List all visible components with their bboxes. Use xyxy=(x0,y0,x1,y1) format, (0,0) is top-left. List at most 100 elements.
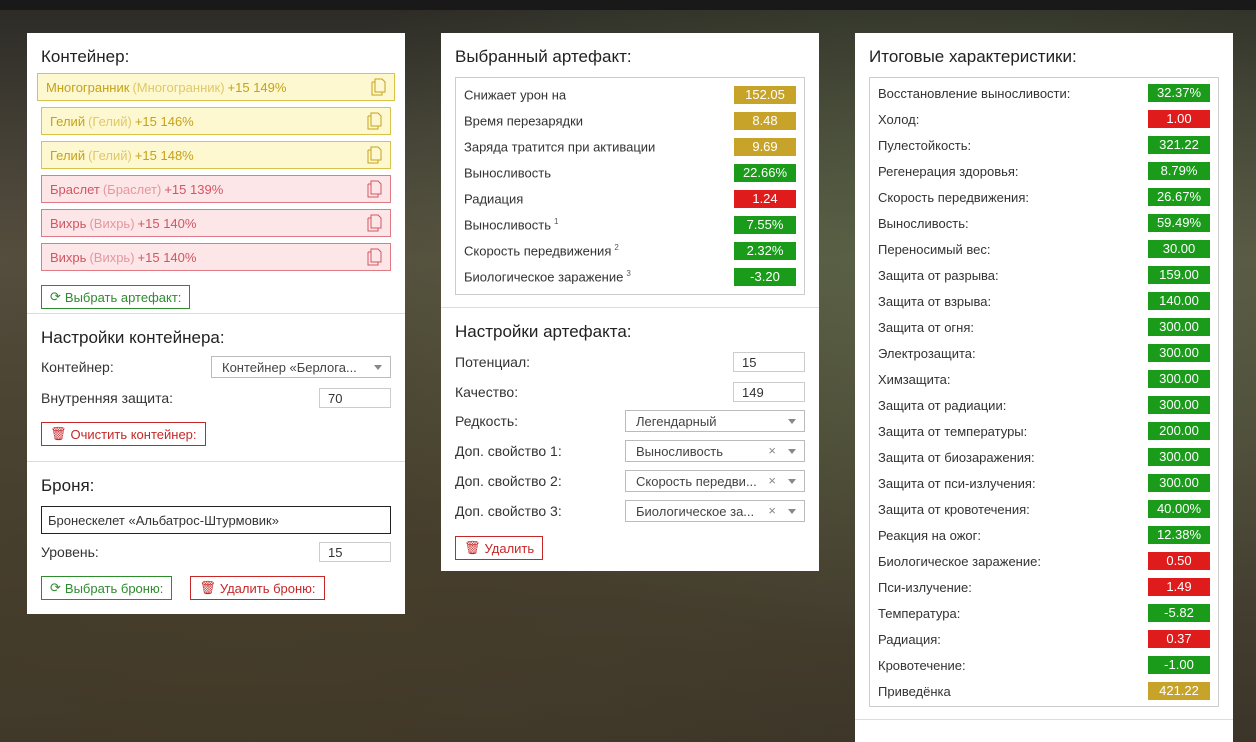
select-artifact-button[interactable]: ⟳ Выбрать артефакт: xyxy=(41,285,191,309)
total-stat-value: -1.00 xyxy=(1148,656,1210,674)
artifact-slot[interactable]: Браслет (Браслет) +15 139% xyxy=(41,175,391,203)
total-stat-value: 8.79% xyxy=(1148,162,1210,180)
artifact-alias: (Браслет) xyxy=(102,181,162,197)
extra3-label: Доп. свойство 3: xyxy=(455,503,562,519)
stat-row: Биологическое заражение 3 -3.20 xyxy=(464,264,796,290)
stat-label: Заряда тратится при активации xyxy=(464,139,656,155)
close-icon[interactable]: × xyxy=(768,503,776,518)
total-stat-row: Радиация: 0.37 xyxy=(878,626,1210,652)
stat-value: 8.48 xyxy=(734,112,796,130)
clear-container-label: Очистить контейнер: xyxy=(70,426,197,442)
total-stat-value: 300.00 xyxy=(1148,448,1210,466)
potential-label: Потенциал: xyxy=(455,354,530,370)
artifact-alias: (Многогранник) xyxy=(132,79,225,95)
stat-row: Выносливость 22.66% xyxy=(464,160,796,186)
armor-name-input[interactable]: Бронескелет «Альбатрос-Штурмовик» xyxy=(41,506,391,534)
delete-artifact-button[interactable]: 🗑 Удалить xyxy=(455,536,544,560)
rarity-label: Редкость: xyxy=(455,413,519,429)
total-stat-row: Переносимый вес: 30.00 xyxy=(878,236,1210,262)
artifact-list: Многогранник (Многогранник) +15 149% Гел… xyxy=(37,73,395,271)
copy-icon[interactable] xyxy=(366,146,382,167)
artifact-settings-title: Настройки артефакта: xyxy=(455,322,632,341)
totals-divider xyxy=(855,719,1233,720)
inner-protection-label: Внутренняя защита: xyxy=(41,390,174,406)
total-stat-label: Защита от температуры: xyxy=(878,423,1028,439)
total-stat-label: Кровотечение: xyxy=(878,657,966,673)
artifact-level: +15 146% xyxy=(134,113,194,129)
total-stat-value: 421.22 xyxy=(1148,682,1210,700)
total-stat-label: Температура: xyxy=(878,605,961,621)
delete-armor-button[interactable]: 🗑 Удалить броню: xyxy=(190,576,325,600)
artifact-level: +15 140% xyxy=(137,215,197,231)
potential-input[interactable]: 15 xyxy=(733,352,805,372)
total-stat-label: Защита от разрыва: xyxy=(878,267,999,283)
total-stat-value: 40.00% xyxy=(1148,500,1210,518)
total-stat-label: Скорость передвижения: xyxy=(878,189,1029,205)
artifact-slot[interactable]: Гелий (Гелий) +15 148% xyxy=(41,141,391,169)
armor-section: Броня: Бронескелет «Альбатрос-Штурмовик»… xyxy=(27,461,405,614)
inner-protection-input[interactable]: 70 xyxy=(319,388,391,408)
rarity-value: Легендарный xyxy=(636,414,717,429)
total-stat-value: 300.00 xyxy=(1148,344,1210,362)
stat-row: Скорость передвижения 2 2.32% xyxy=(464,238,796,264)
copy-icon[interactable] xyxy=(366,214,382,235)
total-stat-value: 300.00 xyxy=(1148,370,1210,388)
total-stat-label: Биологическое заражение: xyxy=(878,553,1041,569)
artifact-alias: (Гелий) xyxy=(88,147,132,163)
total-stat-value: 30.00 xyxy=(1148,240,1210,258)
rarity-select[interactable]: Легендарный xyxy=(625,410,805,432)
stat-label: Время перезарядки xyxy=(464,113,584,129)
copy-icon[interactable] xyxy=(366,180,382,201)
total-stat-value: 1.49 xyxy=(1148,578,1210,596)
total-stat-label: Регенерация здоровья: xyxy=(878,163,1019,179)
artifact-slot[interactable]: Гелий (Гелий) +15 146% xyxy=(41,107,391,135)
total-stat-row: Защита от разрыва: 159.00 xyxy=(878,262,1210,288)
select-artifact-label: Выбрать артефакт: xyxy=(64,289,182,305)
container-select[interactable]: Контейнер «Берлога... xyxy=(211,356,391,378)
total-stat-row: Защита от пси-излучения: 300.00 xyxy=(878,470,1210,496)
close-icon[interactable]: × xyxy=(768,443,776,458)
chevron-down-icon xyxy=(788,419,796,424)
extra2-select[interactable]: Скорость передви... × xyxy=(625,470,805,492)
artifact-name: Многогранник xyxy=(46,79,130,95)
armor-title: Броня: xyxy=(41,476,95,495)
total-stat-row: Защита от радиации: 300.00 xyxy=(878,392,1210,418)
armor-level-label: Уровень: xyxy=(41,544,99,560)
quality-input[interactable]: 149 xyxy=(733,382,805,402)
total-stat-value: -5.82 xyxy=(1148,604,1210,622)
artifact-name: Вихрь xyxy=(50,215,87,231)
artifact-level: +15 149% xyxy=(227,79,287,95)
artifact-alias: (Гелий) xyxy=(88,113,132,129)
selected-artifact-stats: Снижает урон на 152.05 Время перезарядки 8… xyxy=(455,77,805,295)
total-stat-row: Защита от биозаражения: 300.00 xyxy=(878,444,1210,470)
copy-icon[interactable] xyxy=(366,248,382,269)
artifact-slot[interactable]: Многогранник (Многогранник) +15 149% xyxy=(37,73,395,101)
stat-label: Скорость передвижения 2 xyxy=(464,243,619,259)
total-stat-row: Защита от взрыва: 140.00 xyxy=(878,288,1210,314)
total-stat-row: Пулестойкость: 321.22 xyxy=(878,132,1210,158)
copy-icon[interactable] xyxy=(366,112,382,133)
close-icon[interactable]: × xyxy=(768,473,776,488)
extra3-select[interactable]: Биологическое за... × xyxy=(625,500,805,522)
total-stat-label: Восстановление выносливости: xyxy=(878,85,1071,101)
total-stat-value: 159.00 xyxy=(1148,266,1210,284)
chevron-down-icon xyxy=(788,479,796,484)
stat-row: Время перезарядки 8.48 xyxy=(464,108,796,134)
artifact-slot[interactable]: Вихрь (Вихрь) +15 140% xyxy=(41,243,391,271)
extra1-value: Выносливость xyxy=(636,444,723,459)
total-stat-label: Защита от радиации: xyxy=(878,397,1007,413)
top-bar xyxy=(0,0,1256,10)
stat-value: 1.24 xyxy=(734,190,796,208)
armor-level-input[interactable]: 15 xyxy=(319,542,391,562)
clear-container-button[interactable]: 🗑 Очистить контейнер: xyxy=(41,422,206,446)
artifact-slot[interactable]: Вихрь (Вихрь) +15 140% xyxy=(41,209,391,237)
artifact-name: Браслет xyxy=(50,181,100,197)
copy-icon[interactable] xyxy=(370,78,386,99)
selected-artifact-title: Выбранный артефакт: xyxy=(455,47,632,66)
stat-value: 152.05 xyxy=(734,86,796,104)
total-stat-row: Биологическое заражение: 0.50 xyxy=(878,548,1210,574)
stat-label: Биологическое заражение 3 xyxy=(464,269,631,285)
select-armor-button[interactable]: ⟳ Выбрать броню: xyxy=(41,576,173,600)
selected-artifact-section: Выбранный артефакт: Снижает урон на 152.0… xyxy=(441,33,819,307)
extra1-select[interactable]: Выносливость × xyxy=(625,440,805,462)
